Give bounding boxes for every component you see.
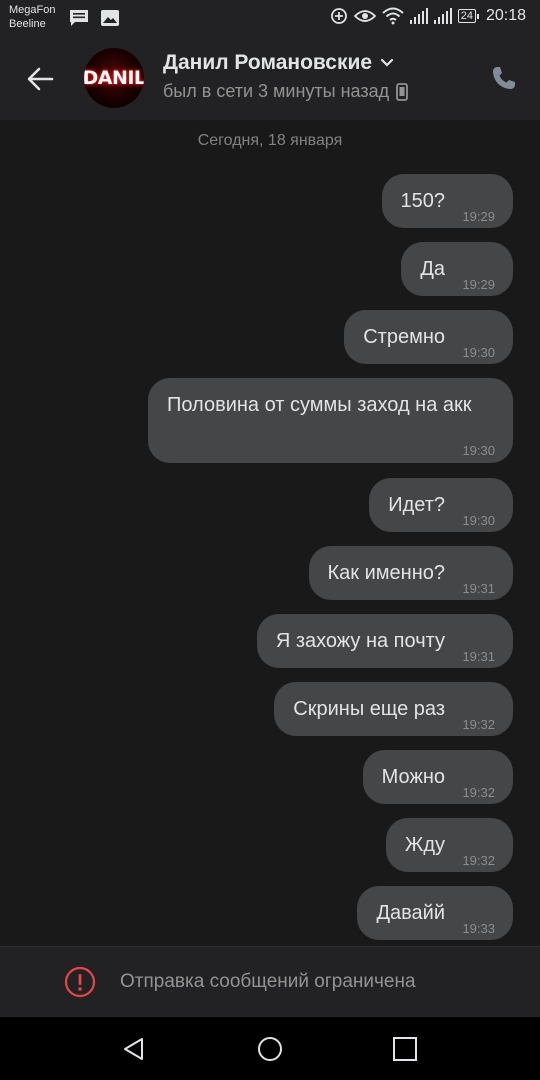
- message-text: 150?: [400, 190, 446, 212]
- message-time: 19:32: [462, 853, 495, 868]
- message-bubble[interactable]: Давайй 19:33: [357, 886, 513, 940]
- message-time: 19:32: [462, 717, 495, 732]
- message-icon: [70, 10, 88, 26]
- message-time: 19:32: [462, 785, 495, 800]
- battery-icon: 24: [457, 9, 480, 23]
- message-text: Я захожу на почту: [275, 630, 445, 652]
- system-nav-bar: [0, 1017, 540, 1080]
- signal-icon: [433, 8, 452, 24]
- image-icon: [101, 10, 119, 26]
- chevron-down-icon: [380, 58, 394, 67]
- restricted-text: Отправка сообщений ограничена: [120, 971, 416, 992]
- message-text: Жду: [404, 834, 445, 856]
- carrier-1: MegaFon: [9, 4, 56, 16]
- peer-status-text: был в сети 3 минуты назад: [163, 81, 390, 101]
- message-text: Скрины еще раз: [293, 698, 445, 720]
- message-list[interactable]: Сегодня, 18 января 150? 19:29 Да 19:29 С…: [0, 120, 540, 946]
- message-bubble[interactable]: Скрины еще раз 19:32: [274, 682, 513, 736]
- back-arrow-icon[interactable]: [24, 62, 58, 96]
- wifi-icon: [382, 7, 404, 25]
- message-text: Как именно?: [327, 562, 445, 584]
- signal-icon: [409, 8, 428, 24]
- carrier-2: Beeline: [9, 18, 46, 30]
- peer-name[interactable]: Данил Романовские: [163, 51, 394, 75]
- message-bubble[interactable]: Как именно? 19:31: [308, 546, 513, 600]
- message-time: 19:30: [462, 345, 495, 360]
- status-bar: MegaFon Beeline 24 20:18: [0, 0, 540, 36]
- nav-home-icon[interactable]: [256, 1035, 284, 1063]
- avatar-text: DANIL: [84, 67, 144, 89]
- avatar[interactable]: DANIL: [84, 48, 144, 108]
- peer-name-text: Данил Романовские: [163, 51, 373, 74]
- message-bubble[interactable]: Половина от суммы заход на акк 19:30: [148, 378, 513, 463]
- nav-recents-icon[interactable]: [391, 1035, 419, 1063]
- message-time: 19:33: [462, 921, 495, 936]
- data-saver-icon: [330, 8, 347, 24]
- message-text: Да: [420, 258, 445, 280]
- messaging-restricted-banner: Отправка сообщений ограничена: [0, 946, 540, 1017]
- message-bubble[interactable]: Идет? 19:30: [369, 478, 513, 532]
- message-bubble[interactable]: Можно 19:32: [362, 750, 513, 804]
- message-text: Можно: [381, 766, 445, 788]
- carrier-labels: MegaFon Beeline: [9, 3, 55, 31]
- message-time: 19:29: [462, 209, 495, 224]
- message-text: Половина от суммы заход на акк: [167, 394, 472, 416]
- message-bubble[interactable]: Жду 19:32: [385, 818, 513, 872]
- date-separator: Сегодня, 18 января: [197, 132, 343, 149]
- message-text: Идет?: [388, 494, 445, 516]
- chat-header: DANIL Данил Романовские был в сети 3 мин…: [0, 36, 540, 120]
- message-time: 19:31: [462, 649, 495, 664]
- phone-icon: [396, 82, 409, 101]
- clock: 20:18: [485, 7, 526, 24]
- message-time: 19:30: [462, 443, 495, 458]
- nav-back-icon[interactable]: [120, 1035, 148, 1063]
- warning-icon: [64, 966, 96, 998]
- call-icon[interactable]: [490, 64, 518, 92]
- message-time: 19:30: [462, 513, 495, 528]
- message-text: Давайй: [376, 902, 445, 924]
- peer-status: был в сети 3 минуты назад: [163, 81, 409, 102]
- message-text: Стремно: [363, 326, 445, 348]
- message-bubble[interactable]: 150? 19:29: [381, 174, 513, 228]
- message-time: 19:29: [462, 277, 495, 292]
- message-bubble[interactable]: Да 19:29: [401, 242, 513, 296]
- message-bubble[interactable]: Я захожу на почту 19:31: [256, 614, 513, 668]
- message-bubble[interactable]: Стремно 19:30: [344, 310, 513, 364]
- eye-icon: [353, 10, 376, 22]
- message-time: 19:31: [462, 581, 495, 596]
